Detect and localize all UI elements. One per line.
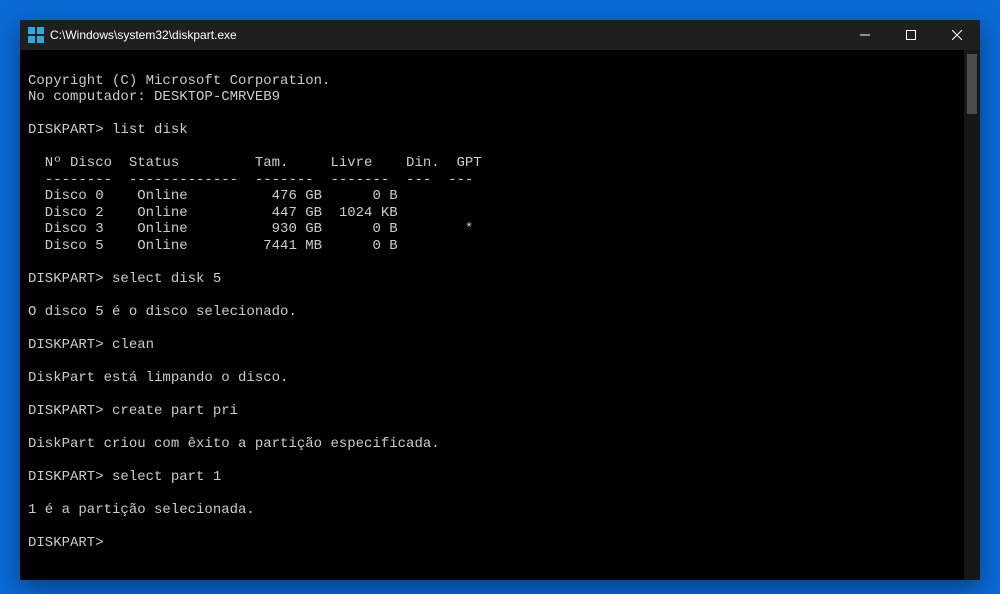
table-row: Disco 5 Online 7441 MB 0 B bbox=[28, 238, 398, 254]
prompt-line: DISKPART> list disk bbox=[28, 122, 188, 138]
output-line: DiskPart criou com êxito a partição espe… bbox=[28, 436, 440, 452]
terminal-window: C:\Windows\system32\diskpart.exe Copyrig… bbox=[20, 20, 980, 580]
disk-table-header: Nº Disco Status Tam. Livre Din. GPT bbox=[28, 155, 482, 171]
prompt: DISKPART> bbox=[28, 535, 104, 551]
terminal-body: Copyright (C) Microsoft Corporation. No … bbox=[20, 50, 980, 580]
output-line: DiskPart está limpando o disco. bbox=[28, 370, 288, 386]
prompt: DISKPART> bbox=[28, 337, 104, 353]
command: select disk 5 bbox=[112, 271, 221, 287]
blank-line bbox=[28, 254, 36, 270]
blank-line bbox=[28, 518, 36, 534]
output-line: O disco 5 é o disco selecionado. bbox=[28, 304, 297, 320]
scrollbar-thumb[interactable] bbox=[967, 54, 977, 114]
prompt-line: DISKPART> clean bbox=[28, 337, 154, 353]
prompt-line: DISKPART> create part pri bbox=[28, 403, 238, 419]
prompt-line: DISKPART> select part 1 bbox=[28, 469, 221, 485]
table-row: Disco 2 Online 447 GB 1024 KB bbox=[28, 205, 398, 221]
close-button[interactable] bbox=[934, 20, 980, 50]
disk-table-divider: -------- ------------- ------- ------- -… bbox=[28, 172, 473, 188]
output-line: 1 é a partição selecionada. bbox=[28, 502, 255, 518]
blank-line bbox=[28, 485, 36, 501]
blank-line bbox=[28, 419, 36, 435]
blank-line bbox=[28, 452, 36, 468]
prompt: DISKPART> bbox=[28, 403, 104, 419]
prompt-line: DISKPART> bbox=[28, 535, 112, 551]
blank-line bbox=[28, 287, 36, 303]
window-controls bbox=[842, 20, 980, 50]
blank-line bbox=[28, 139, 36, 155]
app-icon bbox=[28, 27, 44, 43]
command: select part 1 bbox=[112, 469, 221, 485]
computer-line: No computador: DESKTOP-CMRVEB9 bbox=[28, 89, 280, 105]
maximize-button[interactable] bbox=[888, 20, 934, 50]
prompt: DISKPART> bbox=[28, 469, 104, 485]
title-bar[interactable]: C:\Windows\system32\diskpart.exe bbox=[20, 20, 980, 50]
blank-line bbox=[28, 106, 36, 122]
minimize-button[interactable] bbox=[842, 20, 888, 50]
command: create part pri bbox=[112, 403, 238, 419]
command: list disk bbox=[112, 122, 188, 138]
vertical-scrollbar[interactable] bbox=[964, 50, 980, 580]
prompt: DISKPART> bbox=[28, 271, 104, 287]
table-row: Disco 0 Online 476 GB 0 B bbox=[28, 188, 398, 204]
blank-line bbox=[28, 386, 36, 402]
copyright-line: Copyright (C) Microsoft Corporation. bbox=[28, 73, 330, 89]
window-title: C:\Windows\system32\diskpart.exe bbox=[50, 28, 842, 42]
blank-line bbox=[28, 353, 36, 369]
prompt-line: DISKPART> select disk 5 bbox=[28, 271, 221, 287]
blank-line bbox=[28, 56, 36, 72]
command: clean bbox=[112, 337, 154, 353]
desktop-background: C:\Windows\system32\diskpart.exe Copyrig… bbox=[0, 0, 1000, 594]
blank-line bbox=[28, 320, 36, 336]
prompt: DISKPART> bbox=[28, 122, 104, 138]
terminal-output[interactable]: Copyright (C) Microsoft Corporation. No … bbox=[20, 50, 964, 580]
table-row: Disco 3 Online 930 GB 0 B * bbox=[28, 221, 473, 237]
